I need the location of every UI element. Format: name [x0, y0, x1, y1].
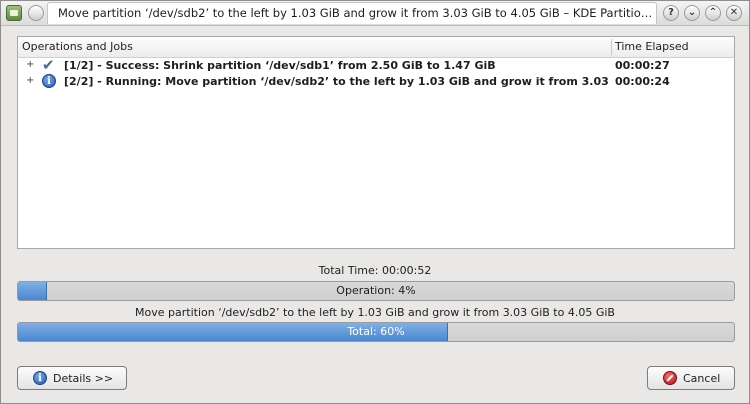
minimize-button[interactable]: ⌄ [684, 5, 700, 21]
details-button-label: Details >> [53, 372, 114, 385]
cancel-button-label: Cancel [683, 372, 721, 385]
partition-manager-app-icon[interactable] [6, 5, 22, 21]
total-time-label: Total Time: 00:00:52 [318, 264, 432, 277]
operation-progress-bar: Operation: 4% [17, 281, 735, 301]
cancel-icon [663, 371, 677, 385]
jobs-tree[interactable]: Operations and Jobs Time Elapsed + ✔ [1/… [17, 36, 735, 249]
jobs-header: Operations and Jobs Time Elapsed [18, 37, 734, 58]
window-title-tab: Move partition ‘/dev/sdb2’ to the left b… [47, 2, 657, 24]
check-icon: ✔ [42, 56, 55, 74]
help-button[interactable]: ? [663, 5, 679, 21]
current-operation-label: Move partition ‘/dev/sdb2’ to the left b… [135, 306, 615, 319]
column-header-time-elapsed[interactable]: Time Elapsed [615, 40, 689, 53]
job-time: 00:00:24 [615, 75, 670, 88]
job-row[interactable]: + i [2/2] - Running: Move partition ‘/de… [18, 74, 734, 90]
info-icon: i [42, 74, 58, 90]
job-time: 00:00:27 [615, 59, 670, 72]
operation-progress-label: Operation: 4% [336, 284, 416, 297]
job-text: [1/2] - Success: Shrink partition ‘/dev/… [64, 59, 496, 72]
cancel-button[interactable]: Cancel [647, 366, 735, 390]
job-row[interactable]: + ✔ [1/2] - Success: Shrink partition ‘/… [18, 58, 734, 74]
window-menu-icon[interactable] [28, 5, 44, 21]
column-separator[interactable] [611, 39, 612, 55]
total-progress-label: Total: 60% [347, 325, 405, 338]
info-icon: i [33, 371, 47, 385]
title-bar[interactable]: Move partition ‘/dev/sdb2’ to the left b… [1, 1, 749, 26]
total-progress-bar: Total: 60% [17, 322, 735, 342]
dialog-window: Move partition ‘/dev/sdb2’ to the left b… [0, 0, 750, 404]
column-header-operations[interactable]: Operations and Jobs [22, 40, 133, 53]
maximize-button[interactable]: ⌃ [705, 5, 721, 21]
close-button[interactable]: ✕ [726, 5, 742, 21]
details-button[interactable]: i Details >> [17, 366, 127, 390]
expand-icon[interactable]: + [26, 59, 34, 70]
job-text: [2/2] - Running: Move partition ‘/dev/sd… [64, 75, 609, 88]
expand-icon[interactable]: + [26, 75, 34, 86]
window-title: Move partition ‘/dev/sdb2’ to the left b… [58, 6, 653, 20]
